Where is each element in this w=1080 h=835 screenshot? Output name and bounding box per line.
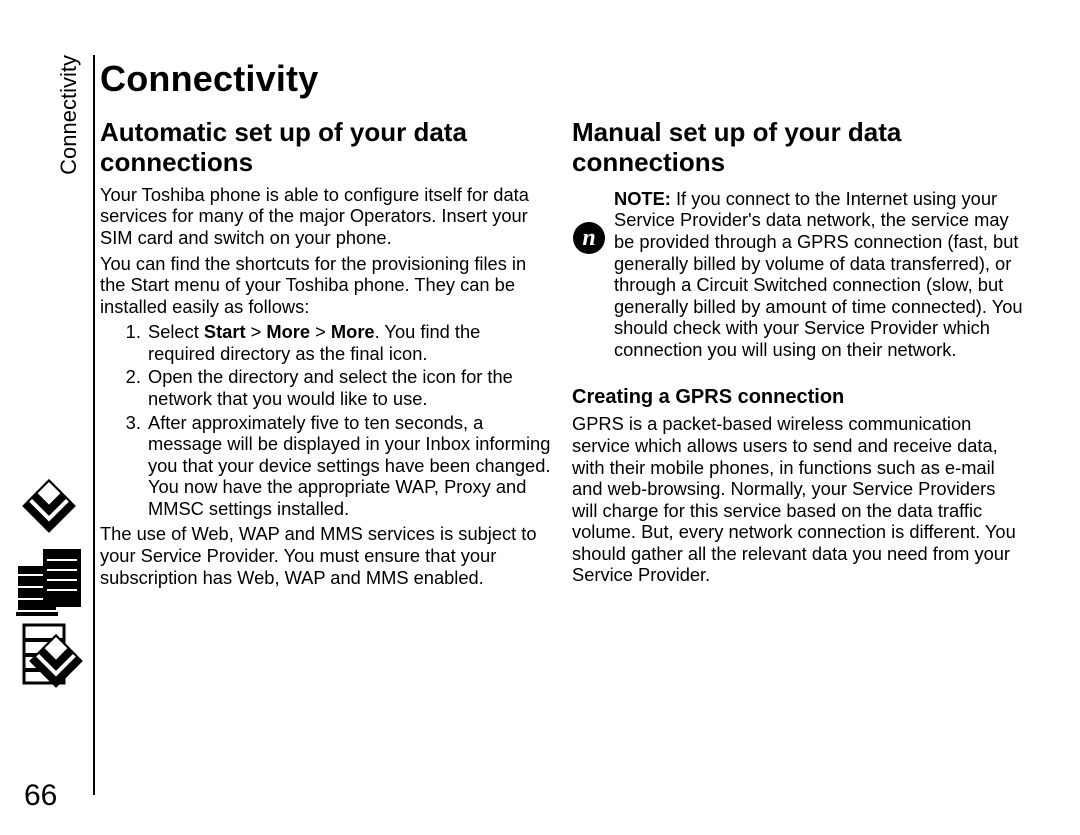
para-auto-1: Your Toshiba phone is able to configure … [100, 184, 552, 249]
heading-gprs: Creating a GPRS connection [572, 386, 1024, 409]
step-1: Select Start > More > More. You find the… [146, 321, 552, 364]
page-number: 66 [24, 779, 57, 813]
manual-page: Connectivity [0, 0, 1080, 835]
note-block: n NOTE: If you connect to the Internet u… [572, 184, 1024, 365]
note-text: NOTE: If you connect to the Internet usi… [614, 188, 1024, 361]
step-1-sep-1: > [246, 321, 267, 342]
side-section-label: Connectivity [56, 55, 82, 175]
step-1-bold-more1: More [266, 321, 310, 342]
heading-auto-setup: Automatic set up of your data connection… [100, 118, 552, 178]
para-gprs: GPRS is a packet-based wireless communic… [572, 413, 1024, 586]
note-icon: n [573, 222, 605, 254]
left-column: Automatic set up of your data connection… [100, 110, 552, 592]
page-title: Connectivity [100, 58, 1024, 100]
steps-list: Select Start > More > More. You find the… [100, 321, 552, 519]
step-3: After approximately five to ten seconds,… [146, 412, 552, 520]
note-label: NOTE: [614, 188, 671, 209]
para-auto-2: You can find the shortcuts for the provi… [100, 253, 552, 318]
step-1-text-a: Select [148, 321, 204, 342]
side-rule [93, 55, 95, 795]
step-1-sep-2: > [310, 321, 331, 342]
heading-manual-setup: Manual set up of your data connections [572, 118, 1024, 178]
step-1-bold-start: Start [204, 321, 246, 342]
note-icon-wrap: n [572, 184, 606, 254]
decorative-artwork [14, 475, 84, 705]
right-column: Manual set up of your data connections n… [572, 110, 1024, 592]
note-body: If you connect to the Internet using you… [614, 188, 1023, 360]
step-2: Open the directory and select the icon f… [146, 366, 552, 409]
content-columns: Automatic set up of your data connection… [100, 110, 1024, 592]
step-1-bold-more2: More [331, 321, 375, 342]
para-auto-3: The use of Web, WAP and MMS services is … [100, 523, 552, 588]
